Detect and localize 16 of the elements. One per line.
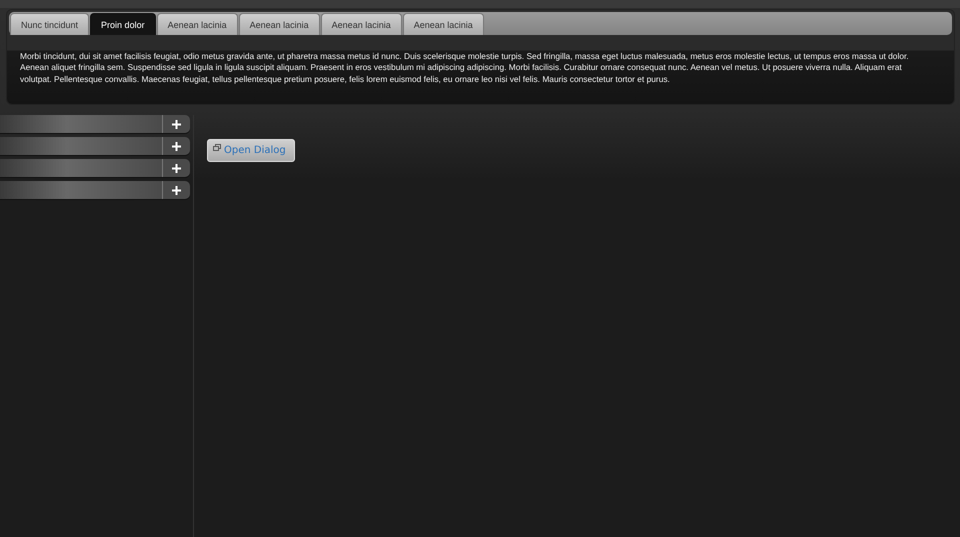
tab[interactable]: Aenean lacinia bbox=[320, 13, 402, 35]
tab[interactable]: Aenean lacinia bbox=[238, 13, 320, 35]
tab[interactable]: Proin dolor bbox=[90, 13, 156, 35]
accordion-header[interactable] bbox=[0, 159, 190, 177]
tab[interactable]: Aenean lacinia bbox=[156, 13, 238, 35]
accordion-header[interactable] bbox=[0, 115, 190, 133]
plus-icon bbox=[172, 164, 181, 172]
windows-icon bbox=[213, 144, 221, 150]
accordion-header[interactable] bbox=[0, 137, 190, 155]
plus-icon bbox=[172, 186, 181, 194]
tab-content-text: Morbi tincidunt, dui sit amet facilisis feugiat, odio metus gravida ante, ut pharetra massa metus id nunc. Duis scelerisque molestie turpis. Sed fringilla, massa eget luctus malesuada, metus eros molestie lectus, ut tempus eros massa ut dolor. Aenean aliquet fringilla sem. Suspendisse sed ligula in ligula suscipit aliquam. Praesent in eros vestibulum mi adipiscing adipiscing. Morbi facilisis. Curabitur ornare consequat nunc. Aenean vel metus. Ut posuere viverra nulla. Aliquam erat volutpat. Pellentesque convallis. Maecenas feugiat, tellus pellentesque pretium posuere, felis lorem euismod felis, eu ornare leo nisi vel felis. Mauris consectetur tortor et purus. bbox=[20, 51, 910, 85]
tab[interactable]: Nunc tincidunt bbox=[10, 13, 90, 35]
plus-icon bbox=[172, 120, 181, 128]
tab[interactable]: Aenean lacinia bbox=[402, 13, 484, 35]
accordion-header[interactable] bbox=[0, 181, 190, 199]
plus-icon bbox=[172, 142, 181, 150]
